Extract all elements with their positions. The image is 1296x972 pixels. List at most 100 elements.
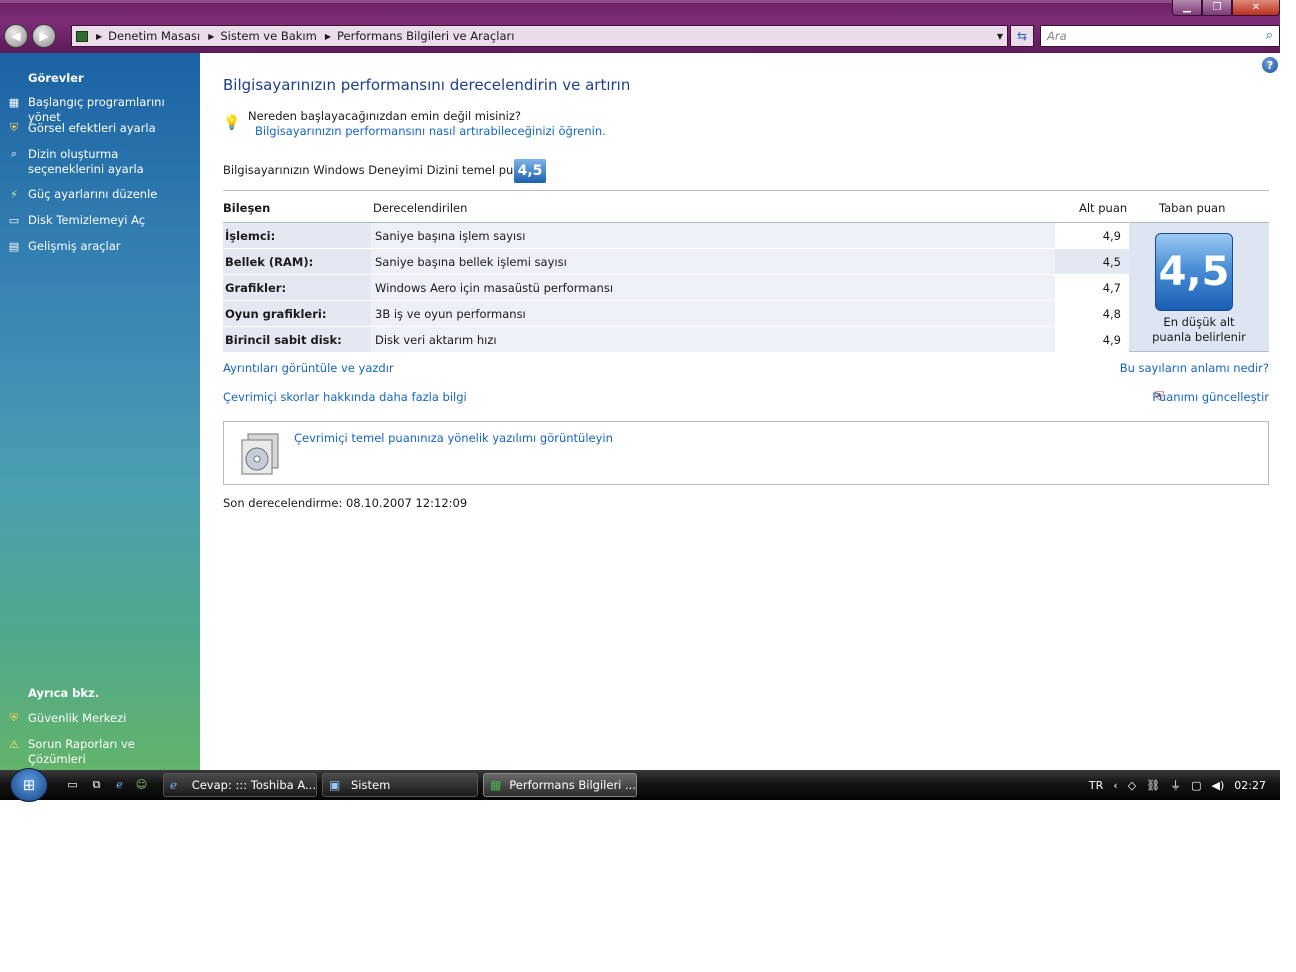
control-panel-icon [76,30,88,42]
shield-icon: ⛨ [9,121,19,134]
back-button[interactable]: ◀ [4,24,28,48]
volume-icon[interactable]: ◀) [1212,779,1225,792]
disk-cleanup-icon: ▭ [8,213,20,227]
base-score-caption: En düşük alt puanla belirlenir [1129,315,1269,345]
startup-programs-icon: ▦ [8,95,20,109]
software-box-icon [241,433,279,475]
update-score-link[interactable]: Puanımı güncelleştir [1152,390,1269,404]
sidebar-item-indexing[interactable]: ⌕ Dizin oluşturma seçeneklerini ayarla [6,147,196,177]
windows-logo-icon: ⊞ [22,776,36,794]
table-header: Bileşen Derecelendirilen Alt puan Taban … [223,191,1269,222]
start-button[interactable]: ⊞ [10,768,48,802]
switch-windows-icon[interactable]: ⧉ [88,777,105,792]
sidebar-item-label: Güvenlik Merkezi [28,711,127,725]
sidebar-item-label: Disk Temizlemeyi Aç [28,213,146,227]
header-subscore: Alt puan [1079,201,1128,215]
language-indicator[interactable]: TR [1089,779,1103,792]
breadcrumb-system-maintenance[interactable]: Sistem ve Bakım [220,29,316,43]
header-rated: Derecelendirilen [373,201,468,215]
address-dropdown-icon[interactable]: ▼ [997,32,1003,41]
sidebar: Görevler ▦ Başlangıç programlarını yönet… [0,53,200,770]
base-score-cell: 4,5 En düşük alt puanla belirlenir [1129,223,1269,351]
improve-performance-link[interactable]: Bilgisayarınızın performansını nasıl art… [255,124,606,138]
main-content: ? Bilgisayarınızın performansını derecel… [200,53,1280,770]
sidebar-item-power[interactable]: ⚡ Güç ayarlarını düzenle [6,187,196,202]
taskbar-item-performance[interactable]: ▦ Performans Bilgileri ... [483,773,637,797]
clock[interactable]: 02:27 [1234,779,1266,792]
help-icon[interactable]: ? [1262,57,1278,73]
component-cell: İşlemci: [223,223,371,248]
search-input[interactable]: Ara ⌕ [1040,25,1280,47]
score-table: Bileşen Derecelendirilen Alt puan Taban … [223,190,1269,353]
view-print-details-link[interactable]: Ayrıntıları görüntüle ve yazdır [223,361,394,375]
breadcrumb-performance[interactable]: Performans Bilgileri ve Araçları [337,29,514,43]
sidebar-item-label: Görsel efektleri ayarla [28,121,156,135]
header-basescore: Taban puan [1159,201,1226,215]
component-cell: Grafikler: [223,275,371,300]
taskbar-item-system[interactable]: ▣ Sistem [322,773,478,797]
table-row: İşlemci: Saniye başına işlem sayısı 4,9 [223,223,1129,249]
titlebar-highlight [0,0,1180,3]
sidebar-see-also-title: Ayrıca bkz. [28,686,100,700]
base-score-label: Bilgisayarınızın Windows Deneyimi Dizini… [223,163,535,177]
subscore-cell: 4,7 [1055,275,1129,300]
breadcrumb-separator-icon: ▶ [324,31,331,41]
monitor-icon[interactable]: ▢ [1191,779,1201,792]
breadcrumb-control-panel[interactable]: Denetim Masası [108,29,200,43]
component-cell: Birincil sabit disk: [223,327,371,352]
sidebar-item-label: Sorun Raporları ve Çözümleri [28,737,135,766]
breadcrumb-separator-icon: ▶ [96,31,103,41]
system-icon: ▣ [329,778,341,792]
tip-text: Nereden başlayacağınızdan emin değil mis… [248,109,522,123]
last-rated-text: Son derecelendirme: 08.10.2007 12:12:09 [223,496,468,510]
table-row: Bellek (RAM): Saniye başına bellek işlem… [223,249,1129,275]
table-row: Oyun grafikleri: 3B iş ve oyun performan… [223,301,1129,327]
security-center-icon: ⛨ [9,711,19,724]
taskbar-item-ie[interactable]: ℯ Cevap: ::: Toshiba A... [163,773,317,797]
table-body: İşlemci: Saniye başına işlem sayısı 4,9 … [223,222,1269,353]
caption-line-2: puanla belirlenir [1152,330,1246,344]
component-cell: Oyun grafikleri: [223,301,371,326]
taskbar-item-label: Cevap: ::: Toshiba A... [191,778,316,792]
sidebar-item-problem-reports[interactable]: ⚠ Sorun Raporları ve Çözümleri [6,737,196,767]
network-icon[interactable]: ⛓ [1146,779,1160,792]
advanced-tools-icon: ▤ [8,239,20,253]
internet-explorer-icon[interactable]: ℯ [111,777,128,792]
sidebar-item-visual-effects[interactable]: ⛨ Görsel efektleri ayarla [6,121,196,136]
network-diamond-icon[interactable]: ◇ [1128,779,1136,792]
table-row: Birincil sabit disk: Disk veri aktarım h… [223,327,1129,353]
address-bar[interactable]: ▶ Denetim Masası ▶ Sistem ve Bakım ▶ Per… [71,25,1008,47]
messenger-icon[interactable]: ☺ [133,777,150,792]
rated-cell: Saniye başına işlem sayısı [371,223,1055,248]
power-plug-icon[interactable]: ⏚ [1170,777,1181,793]
minimize-button[interactable]: ▁ [1172,0,1202,16]
refresh-button[interactable]: ⇆ [1010,25,1034,47]
subscore-cell: 4,5 [1055,249,1129,274]
sidebar-tasks-title: Görevler [28,71,84,85]
rated-cell: Disk veri aktarım hızı [371,327,1055,352]
what-numbers-mean-link[interactable]: Bu sayıların anlamı nedir? [1120,361,1269,375]
show-desktop-icon[interactable]: ▭ [64,777,81,792]
rated-cell: Saniye başına bellek işlemi sayısı [371,249,1055,274]
sidebar-item-label: Gelişmiş araçlar [28,239,121,253]
sidebar-item-disk-cleanup[interactable]: ▭ Disk Temizlemeyi Aç [6,213,196,228]
show-hidden-icons-icon[interactable]: ‹ [1113,779,1117,792]
base-score-badge: 4,5 [514,159,546,183]
breadcrumb-separator-icon: ▶ [208,31,215,41]
window-titlebar: ▁ ❐ ✕ ◀ ▶ ▶ Denetim Masası ▶ Sistem ve B… [0,0,1280,53]
online-software-link[interactable]: Çevrimiçi temel puanınıza yönelik yazılı… [294,431,613,445]
taskbar-item-label: Performans Bilgileri ... [509,778,636,792]
window-controls: ▁ ❐ ✕ [1172,0,1280,16]
maximize-button[interactable]: ❐ [1202,0,1232,16]
sidebar-item-label: Güç ayarlarını düzenle [28,187,158,201]
caption-line-1: En düşük alt [1163,315,1235,329]
sidebar-item-advanced-tools[interactable]: ▤ Gelişmiş araçlar [6,239,196,254]
sidebar-item-security-center[interactable]: ⛨ Güvenlik Merkezi [6,711,196,726]
forward-button[interactable]: ▶ [32,24,56,48]
problem-reports-icon: ⚠ [9,737,19,751]
subscore-cell: 4,8 [1055,301,1129,326]
search-icon[interactable]: ⌕ [1266,28,1273,43]
close-button[interactable]: ✕ [1232,0,1280,16]
online-scores-info-link[interactable]: Çevrimiçi skorlar hakkında daha fazla bi… [223,390,467,404]
indexing-icon: ⌕ [10,147,18,160]
